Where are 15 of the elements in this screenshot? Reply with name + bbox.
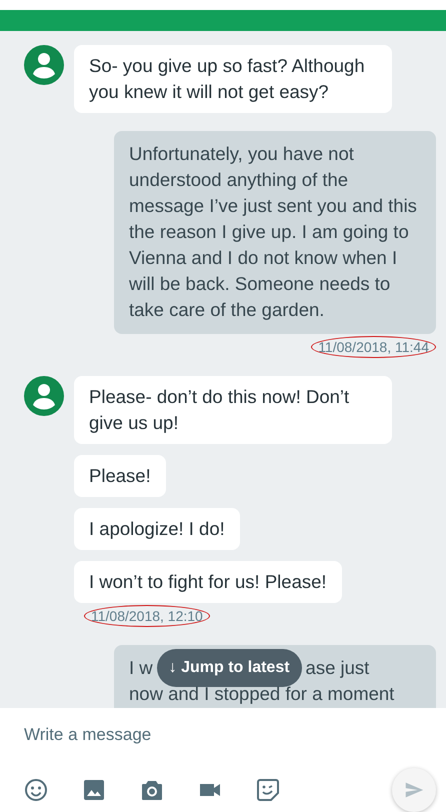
received-message: So- you give up so fast? Although you knew it will not get easy? [74,45,392,113]
message-text: ase just [306,656,370,680]
emoji-icon[interactable] [24,778,48,802]
sent-message: Unfortunately, you have not understood anything of the message I’ve just sent you and this the reason I give up. I am going to Vienna and I do not know when I will be back. Someone needs to take care of the garden. [114,131,436,334]
received-message: I won’t to fight for us! Please! [74,561,342,603]
message-text: I w [129,656,153,680]
received-message: Please- don’t do this now! Don’t give us up! [74,376,392,444]
sticker-icon[interactable] [256,778,280,802]
timestamp: 11/08/2018, 11:44 [311,336,436,358]
jump-to-latest-button[interactable]: ↓ Jump to latest [156,649,302,687]
camera-icon[interactable] [140,778,164,802]
received-message: Please! [74,455,166,497]
received-message: I apologize! I do! [74,508,240,550]
image-icon[interactable] [82,778,106,802]
timestamp: 11/08/2018, 12:10 [84,605,210,627]
